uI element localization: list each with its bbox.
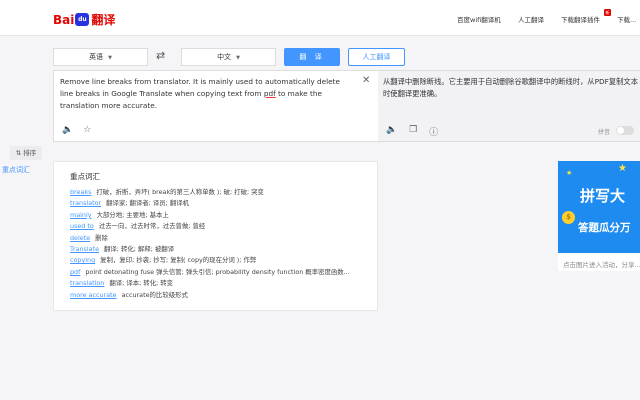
vocab-word-link[interactable]: used to bbox=[70, 221, 94, 232]
paw-icon: du bbox=[75, 13, 90, 26]
vocab-definition: 过去一向，过去时常，过去曾做; 曾经 bbox=[98, 222, 206, 231]
vocab-list: breaks 打破，折断，弄坏( break的第三人称单数 ); 破; 打破; 突… bbox=[70, 187, 370, 301]
key-vocabulary-panel: 重点词汇 breaks 打破，折断，弄坏( break的第三人称单数 ); 破; … bbox=[53, 161, 378, 311]
vocab-word-link[interactable]: Translate bbox=[70, 244, 99, 255]
baidu-translate-logo[interactable]: Bai du 翻译 bbox=[53, 11, 115, 28]
vocab-definition: 打破，折断，弄坏( break的第三人称单数 ); 破; 打破; 突变 bbox=[96, 188, 264, 196]
vocab-word-link[interactable]: pdf bbox=[70, 267, 80, 278]
vocab-word-link[interactable]: breaks bbox=[70, 187, 91, 198]
speaker-icon[interactable]: 🔈 bbox=[62, 125, 73, 135]
list-item: breaks 打破，折断，弄坏( break的第三人称单数 ); 破; 打破; 突… bbox=[70, 187, 370, 198]
vocab-definition: point detonating fuse 弹头信管; 弹头引信; probab… bbox=[85, 267, 350, 276]
sort-button[interactable]: ⇅ 排序 bbox=[10, 146, 42, 160]
pinyin-label: 拼音 bbox=[598, 129, 611, 136]
pinyin-toggle[interactable] bbox=[616, 126, 634, 135]
vocab-definition: 翻译; 转化; 解释; 被翻译 bbox=[104, 245, 175, 254]
target-language-label: 中文 bbox=[217, 53, 232, 61]
logo-bai: Bai bbox=[53, 12, 75, 27]
help-icon[interactable]: ⓘ bbox=[429, 125, 438, 138]
nav-download[interactable]: 下载... bbox=[617, 14, 636, 24]
list-item: translation 翻译; 译本; 转化; 转变 bbox=[70, 278, 370, 289]
target-text-panel: 从翻译中删除断线。它主要用于自动删除谷歌翻译中的断线时，从PDF复制文本时使翻译… bbox=[378, 70, 640, 142]
close-icon[interactable]: ✕ bbox=[362, 75, 370, 86]
source-textarea[interactable]: Remove line breaks from translator. It i… bbox=[60, 76, 354, 112]
logo-fanyi: 翻译 bbox=[91, 13, 116, 27]
ad-headline: 拼写大 bbox=[580, 187, 626, 205]
translation-output: 从翻译中删除断线。它主要用于自动删除谷歌翻译中的断线时，从PDF复制文本时使翻译… bbox=[383, 77, 639, 98]
vocab-definition: 复制，复印; 抄袭; 抄写; 复制( copy的现在分词 ); 作弊 bbox=[100, 256, 257, 265]
list-item: more accurate accurate的比较级形式 bbox=[70, 290, 370, 301]
coin-icon: $ bbox=[562, 211, 575, 224]
list-item: mainly 大部分地; 主要地; 基本上 bbox=[70, 210, 370, 221]
vocab-word-link[interactable]: delete bbox=[70, 233, 90, 244]
source-language-select[interactable]: 英语 ▼ bbox=[53, 48, 148, 66]
source-text-panel[interactable]: Remove line breaks from translator. It i… bbox=[53, 70, 378, 142]
chevron-down-icon: ▼ bbox=[108, 55, 112, 61]
vocab-word-link[interactable]: copying bbox=[70, 255, 95, 266]
list-item: used to 过去一向，过去时常，过去曾做; 曾经 bbox=[70, 221, 370, 232]
vocab-definition: 大部分地; 主要地; 基本上 bbox=[96, 210, 169, 219]
star-icon: ★ bbox=[566, 169, 573, 177]
source-text-misspelled: pdf bbox=[263, 89, 276, 98]
new-badge: 新 bbox=[604, 9, 611, 16]
vocab-definition: accurate的比较级形式 bbox=[121, 290, 188, 299]
ad-banner[interactable]: ★ ★ 拼写大 $ 答题瓜分万 bbox=[558, 161, 640, 253]
header: Bai du 翻译 百度wifi翻译机 人工翻译 下载翻译插件 新 下载... bbox=[0, 0, 640, 36]
source-tools: 🔈 ☆ bbox=[62, 125, 91, 135]
ad-subline: 答题瓜分万 bbox=[578, 222, 631, 234]
swap-languages-icon[interactable]: ⇄ bbox=[156, 49, 165, 62]
nav-human-translation[interactable]: 人工翻译 bbox=[518, 14, 544, 24]
chevron-down-icon: ▼ bbox=[236, 55, 240, 61]
copy-icon[interactable]: ❐ bbox=[409, 125, 417, 138]
list-item: Translate 翻译; 转化; 解释; 被翻译 bbox=[70, 244, 370, 255]
vocab-word-link[interactable]: mainly bbox=[70, 210, 92, 221]
vocab-word-link[interactable]: translator bbox=[70, 198, 101, 209]
translate-button[interactable]: 翻 译 bbox=[284, 48, 340, 66]
list-item: translator 翻译家; 翻译者; 译员; 翻译机 bbox=[70, 198, 370, 209]
sidebar-item-keywords[interactable]: 重点词汇 bbox=[2, 165, 30, 175]
human-translation-button[interactable]: 人工翻译 bbox=[348, 48, 405, 66]
target-tools: 🔈 ❐ ⓘ bbox=[386, 125, 438, 138]
source-language-label: 英语 bbox=[89, 53, 104, 61]
nav-download-plugin[interactable]: 下载翻译插件 bbox=[561, 14, 600, 24]
list-item: delete 删除 bbox=[70, 233, 370, 244]
vocab-definition: 删除 bbox=[95, 233, 108, 242]
vocab-definition: 翻译; 译本; 转化; 转变 bbox=[109, 279, 174, 288]
vocab-word-link[interactable]: translation bbox=[70, 278, 104, 289]
target-language-select[interactable]: 中文 ▼ bbox=[181, 48, 276, 66]
speaker-icon[interactable]: 🔈 bbox=[386, 125, 397, 138]
nav-wifi-translator[interactable]: 百度wifi翻译机 bbox=[457, 14, 501, 24]
vocab-definition: 翻译家; 翻译者; 译员; 翻译机 bbox=[106, 199, 190, 208]
star-icon: ★ bbox=[618, 163, 627, 174]
star-icon[interactable]: ☆ bbox=[83, 125, 91, 135]
ad-caption[interactable]: 点击图片进入活动，分享... bbox=[563, 259, 640, 269]
vocab-title: 重点词汇 bbox=[70, 172, 100, 181]
vocab-word-link[interactable]: more accurate bbox=[70, 290, 117, 301]
list-item: pdf point detonating fuse 弹头信管; 弹头引信; pro… bbox=[70, 267, 370, 278]
list-item: copying 复制，复印; 抄袭; 抄写; 复制( copy的现在分词 ); 作… bbox=[70, 255, 370, 266]
